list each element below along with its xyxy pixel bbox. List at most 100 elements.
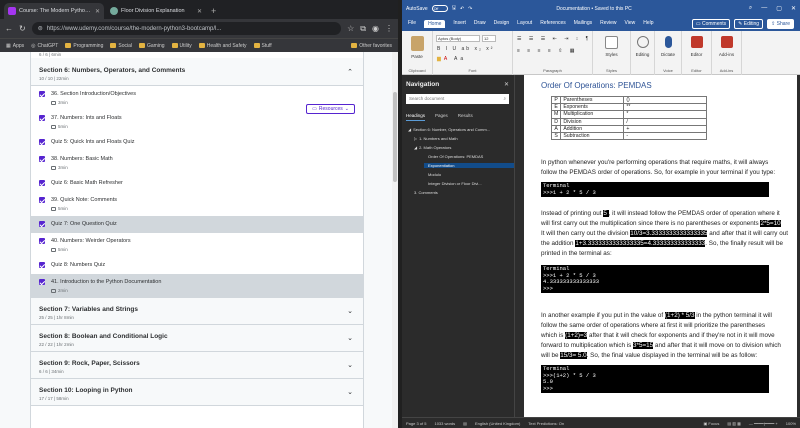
close-tab-icon[interactable]: ✕ xyxy=(197,8,202,15)
page-scrollbar[interactable] xyxy=(392,52,398,428)
bookmark-folder-programming[interactable]: Programming xyxy=(65,43,103,49)
reload-icon[interactable]: ↻ xyxy=(19,24,26,33)
expand-arrow-icon[interactable]: ▷ xyxy=(414,136,417,141)
nav-heading-item[interactable]: Modulo xyxy=(428,172,441,177)
ribbon-tab-mailings[interactable]: Mailings xyxy=(574,20,592,28)
document-page[interactable]: Order Of Operations: PEMDAS P Parentheses… xyxy=(524,75,797,417)
page-count[interactable]: Page 3 of 5 xyxy=(406,421,426,426)
bookmark-chatgpt[interactable]: ◎ ChatGPT xyxy=(31,43,58,49)
section-header[interactable]: Section 8: Boolean and Conditional Logic… xyxy=(31,325,363,352)
section-header[interactable]: Section 7: Variables and Strings 25 / 25 … xyxy=(31,298,363,325)
section-header[interactable]: Section 9: Rock, Paper, Scissors 6 / 6 | … xyxy=(31,352,363,379)
lecture-item[interactable]: 38. Numbers: Basic Math 3min xyxy=(31,151,363,175)
completed-checkbox[interactable] xyxy=(39,91,45,97)
completed-checkbox[interactable] xyxy=(39,139,45,145)
completed-checkbox[interactable] xyxy=(39,279,45,285)
proofing-icon[interactable]: ▤ xyxy=(463,421,467,426)
find-icon[interactable] xyxy=(637,36,649,48)
search-icon[interactable]: ⌕ xyxy=(749,5,752,12)
save-icon[interactable]: 🖫 xyxy=(452,5,456,13)
autosave-toggle[interactable]: Off xyxy=(431,5,448,12)
styles-icon[interactable] xyxy=(605,36,618,49)
word-count[interactable]: 1033 words xyxy=(434,421,455,426)
tab-headings[interactable]: Headings xyxy=(406,113,426,121)
extensions-icon[interactable]: ⧉ xyxy=(360,24,366,34)
share-button[interactable]: ⇪ Share xyxy=(767,19,794,29)
nav-heading-item[interactable]: ▷ 1. Numbers and Math xyxy=(414,136,458,141)
minimize-icon[interactable]: — xyxy=(761,5,767,12)
scrollbar-thumb[interactable] xyxy=(393,92,397,182)
lecture-item[interactable]: 41. Introduction to the Python Documenta… xyxy=(31,274,363,298)
ribbon-tab-layout[interactable]: Layout xyxy=(517,20,532,28)
ribbon-tab-view[interactable]: View xyxy=(625,20,636,28)
chevron-down-icon[interactable]: ⌄ xyxy=(347,334,353,342)
profile-icon[interactable]: ◉ xyxy=(372,24,379,33)
editing-mode-button[interactable]: ✎ Editing xyxy=(734,19,764,29)
addins-icon[interactable] xyxy=(721,36,733,48)
nav-heading-item[interactable]: Integer Division or Floor Divi... xyxy=(428,181,482,186)
lecture-item[interactable]: 39. Quick Note: Comments 5min xyxy=(31,192,363,216)
close-pane-icon[interactable]: ✕ xyxy=(504,81,509,88)
menu-icon[interactable]: ⋮ xyxy=(385,24,393,33)
maximize-icon[interactable]: ▢ xyxy=(776,5,782,12)
view-icons[interactable]: ▤ ▥ ▦ xyxy=(727,421,741,426)
ribbon-tab-help[interactable]: Help xyxy=(643,20,653,28)
ribbon-tab-insert[interactable]: Insert xyxy=(453,20,466,28)
lecture-item[interactable]: Quiz 5: Quick Ints and Floats Quiz xyxy=(31,134,363,151)
microphone-icon[interactable] xyxy=(665,36,672,48)
back-icon[interactable]: ← xyxy=(5,24,13,33)
focus-mode[interactable]: ▣ Focus xyxy=(704,421,720,426)
new-tab-icon[interactable]: + xyxy=(208,6,219,19)
tab-udemy-course[interactable]: Course: The Modern Python 3 Bootcamp ✕ xyxy=(4,3,104,19)
nav-search-input[interactable]: Search document ⌕ xyxy=(406,94,509,104)
bookmark-folder-gaming[interactable]: Gaming xyxy=(139,43,165,49)
completed-checkbox[interactable] xyxy=(39,156,45,162)
comments-button[interactable]: ▭ Comments xyxy=(691,19,731,29)
close-tab-icon[interactable]: ✕ xyxy=(95,8,100,15)
ribbon-tab-draw[interactable]: Draw xyxy=(474,20,486,28)
lecture-item[interactable]: Quiz 6: Basic Math Refresher xyxy=(31,175,363,192)
ribbon-tab-design[interactable]: Design xyxy=(494,20,510,28)
close-icon[interactable]: ✕ xyxy=(791,5,796,12)
address-bar[interactable]: ⊜ https://www.udemy.com/course/the-moder… xyxy=(31,22,342,35)
font-color-icons[interactable]: ▆A Aa xyxy=(437,56,466,62)
redo-icon[interactable]: ↷ xyxy=(468,6,472,12)
ribbon-tab-review[interactable]: Review xyxy=(600,20,616,28)
nav-heading-item[interactable]: ◢ 2. Math Operators xyxy=(414,145,451,150)
bookmark-folder-utility[interactable]: Utility xyxy=(171,43,192,49)
font-name-box[interactable]: Aptos (Body) xyxy=(436,35,480,42)
ribbon-tab-references[interactable]: References xyxy=(540,20,566,28)
zoom-level[interactable]: 100% xyxy=(786,421,796,426)
nav-heading-item[interactable]: Order Of Operations: PEMDAS xyxy=(428,154,483,159)
ribbon-tab-file[interactable]: File xyxy=(408,20,416,28)
completed-checkbox[interactable] xyxy=(39,180,45,186)
align-icons[interactable]: ≡ ≡ ≡ ≡ ⇳ ▦ xyxy=(517,48,578,54)
editor-icon[interactable] xyxy=(691,36,703,48)
tab-pages[interactable]: Pages xyxy=(435,113,448,121)
completed-checkbox[interactable] xyxy=(39,197,45,203)
nav-heading-item[interactable]: Exponentiation xyxy=(424,163,514,168)
expand-arrow-icon[interactable]: ◢ xyxy=(408,127,411,132)
bookmark-folder-stuff[interactable]: Stuff xyxy=(253,43,272,49)
paste-icon[interactable] xyxy=(411,36,424,51)
completed-checkbox[interactable] xyxy=(39,238,45,244)
document-title[interactable]: Documentation • Saved to this PC xyxy=(556,6,631,12)
lecture-item[interactable]: Quiz 8: Numbers Quiz xyxy=(31,257,363,274)
lecture-item[interactable]: 40. Numbers: Weirder Operators 5min xyxy=(31,233,363,257)
bookmark-apps[interactable]: ▦ Apps xyxy=(6,43,24,49)
expand-arrow-icon[interactable]: ◢ xyxy=(414,145,417,150)
font-size-box[interactable]: 12 xyxy=(482,35,496,42)
tab-floor-division[interactable]: Floor Division Explanation ✕ xyxy=(106,3,206,19)
bookmark-folder-health[interactable]: Health and Safety xyxy=(198,43,247,49)
section-header[interactable]: Section 10: Looping in Python 17 / 17 | 5… xyxy=(31,379,363,406)
chevron-down-icon[interactable]: ⌄ xyxy=(347,361,353,369)
bookmark-folder-social[interactable]: Social xyxy=(110,43,132,49)
zoom-slider[interactable]: — ━━━━|━━━━ + xyxy=(749,421,778,426)
site-info-icon[interactable]: ⊜ xyxy=(38,25,43,32)
bookmark-other-favorites[interactable]: Other favorites xyxy=(351,43,392,49)
completed-checkbox[interactable] xyxy=(39,115,45,121)
chevron-down-icon[interactable]: ⌄ xyxy=(347,388,353,396)
undo-icon[interactable]: ↶ xyxy=(460,6,464,12)
ribbon-tab-home[interactable]: Home xyxy=(424,20,446,28)
star-icon[interactable]: ☆ xyxy=(347,24,354,33)
